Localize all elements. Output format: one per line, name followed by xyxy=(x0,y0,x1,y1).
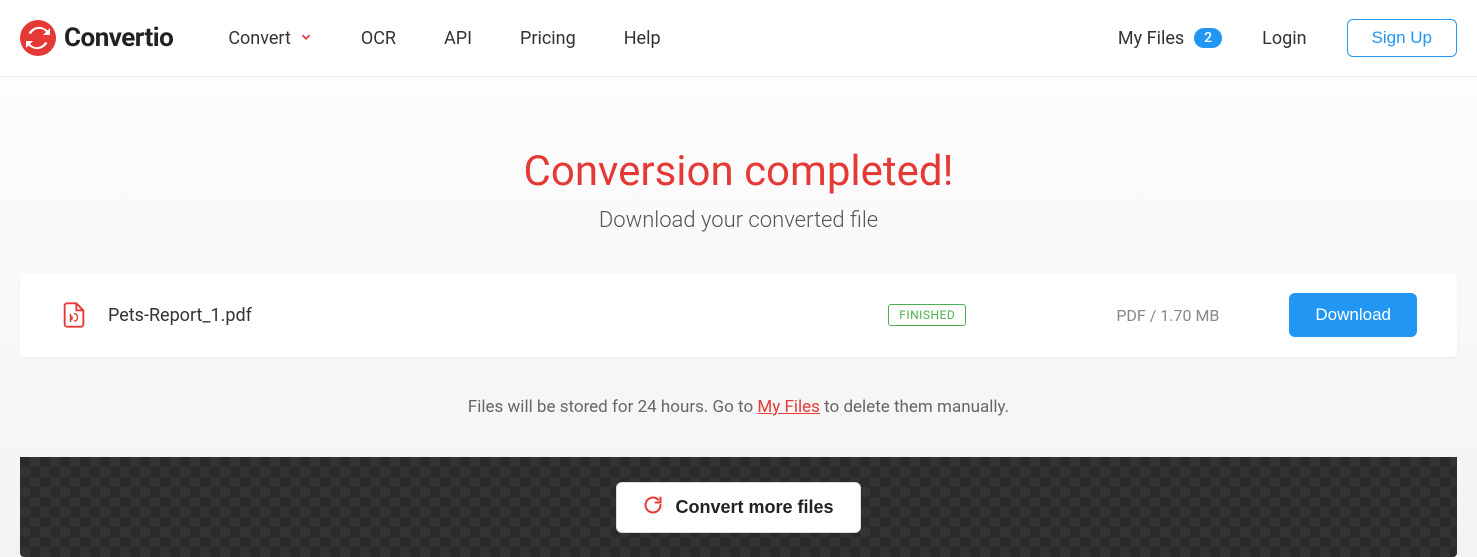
nav-pricing[interactable]: Pricing xyxy=(520,28,576,49)
file-meta: PDF / 1.70 MB xyxy=(1116,306,1219,325)
refresh-icon xyxy=(643,495,663,520)
hero-title: Conversion completed! xyxy=(20,147,1457,196)
nav-api[interactable]: API xyxy=(444,28,472,49)
file-name: Pets-Report_1.pdf xyxy=(108,305,252,326)
hero: Conversion completed! Download your conv… xyxy=(20,77,1457,273)
nav-convert[interactable]: Convert xyxy=(228,28,313,49)
logo[interactable]: Convertio xyxy=(20,20,173,56)
pdf-icon xyxy=(60,301,88,329)
nav-my-files[interactable]: My Files 2 xyxy=(1118,28,1222,49)
login-link[interactable]: Login xyxy=(1262,28,1306,49)
convert-more-button[interactable]: Convert more files xyxy=(616,482,860,533)
download-button[interactable]: Download xyxy=(1289,293,1417,337)
header: Convertio Convert OCR API Pricing Help M… xyxy=(0,0,1477,77)
storage-note-suffix: to delete them manually. xyxy=(820,397,1009,417)
main-nav: Convert OCR API Pricing Help xyxy=(228,28,660,49)
chevron-down-icon xyxy=(299,28,313,49)
nav-ocr[interactable]: OCR xyxy=(361,28,396,49)
storage-note: Files will be stored for 24 hours. Go to… xyxy=(20,397,1457,457)
convert-more-label: Convert more files xyxy=(675,497,833,518)
status-badge: FINISHED xyxy=(888,304,966,326)
nav-help[interactable]: Help xyxy=(624,28,661,49)
logo-text: Convertio xyxy=(64,23,173,53)
signup-button[interactable]: Sign Up xyxy=(1347,19,1457,57)
storage-note-prefix: Files will be stored for 24 hours. Go to xyxy=(468,397,758,417)
my-files-label: My Files xyxy=(1118,28,1184,49)
footer-bar: Convert more files xyxy=(20,457,1457,557)
hero-subtitle: Download your converted file xyxy=(20,208,1457,233)
logo-icon xyxy=(20,20,56,56)
main-content: Conversion completed! Download your conv… xyxy=(0,77,1477,557)
storage-note-link[interactable]: My Files xyxy=(757,397,820,417)
my-files-badge: 2 xyxy=(1194,28,1222,48)
right-nav: My Files 2 Login Sign Up xyxy=(1118,19,1457,57)
nav-convert-label: Convert xyxy=(228,28,291,49)
file-card: Pets-Report_1.pdf FINISHED PDF / 1.70 MB… xyxy=(20,273,1457,357)
